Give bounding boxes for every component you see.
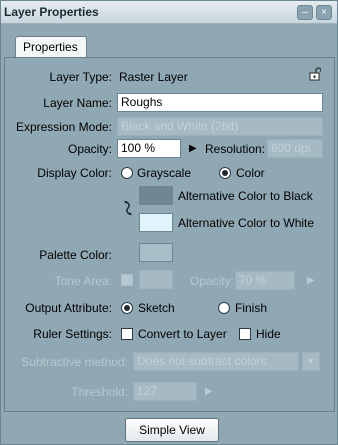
palette-color-swatch[interactable] [139,243,173,262]
alt-color-black-swatch[interactable] [139,186,173,205]
threshold-input: 127 [133,382,197,401]
alt-color-white-label: Alternative Color to White [178,216,315,230]
grayscale-label: Grayscale [137,166,192,180]
threshold-label: Threshold: [71,385,128,399]
display-color-grayscale-radio[interactable] [121,167,133,179]
palette-color-label: Palette Color: [39,248,112,262]
tone-opacity-arrow-icon: ▶ [307,275,315,286]
output-finish-radio[interactable] [218,302,230,314]
resolution-input: 600 dpi [267,139,323,158]
layer-properties-panel: Layer Properties – × Properties Layer Ty… [0,0,338,445]
display-color-label: Display Color: [37,166,112,180]
opacity-slider-arrow-icon[interactable]: ▶ [189,143,197,154]
convert-to-layer-label: Convert to Layer [138,327,227,341]
title-bar: Layer Properties – × [1,1,337,24]
hide-label: Hide [256,327,281,341]
tab-label: Properties [23,40,78,54]
tone-area-label: Tone Area: [54,274,112,288]
output-sketch-radio[interactable] [121,302,133,314]
minimize-icon[interactable]: – [297,5,313,20]
color-label: Color [236,166,265,180]
layer-name-label: Layer Name: [43,96,112,110]
opacity-input[interactable]: 100 % [117,139,181,158]
tone-opacity-input: 70 % [235,271,295,290]
tone-area-checkbox [121,274,133,286]
display-color-color-radio[interactable] [219,167,231,179]
opacity-label: Opacity: [67,142,112,156]
resolution-label: Resolution: [205,142,266,156]
tab-properties[interactable]: Properties [15,36,87,58]
simple-view-button[interactable]: Simple View [125,418,219,442]
output-attribute-label: Output Attribute: [25,301,112,315]
finish-label: Finish [235,301,268,315]
ruler-settings-label: Ruler Settings: [33,327,112,341]
close-icon[interactable]: × [316,5,332,20]
expression-mode-select: Black and White (2bit) [117,117,323,136]
subtractive-method-label: Subtractive method: [21,355,128,369]
swap-arrows-icon[interactable] [123,200,133,216]
layer-type-label: Layer Type: [49,70,112,84]
subtractive-method-select: Does not subtract colors [133,352,299,371]
layer-type-value: Raster Layer [119,70,188,84]
alt-color-white-swatch[interactable] [139,213,173,232]
layer-name-input[interactable]: Roughs [117,93,323,112]
threshold-arrow-icon: ▶ [205,386,213,397]
sketch-label: Sketch [138,301,175,315]
hide-checkbox[interactable] [239,328,251,340]
convert-to-layer-checkbox[interactable] [121,328,133,340]
lock-icon[interactable] [309,67,322,81]
panel-title: Layer Properties [4,5,99,19]
tone-opacity-label: Opacity: [190,274,235,288]
chevron-down-icon: ▼ [302,352,320,371]
alt-color-black-label: Alternative Color to Black [178,189,313,203]
expression-mode-label: Expression Mode: [15,120,112,134]
tone-area-swatch [139,270,173,289]
